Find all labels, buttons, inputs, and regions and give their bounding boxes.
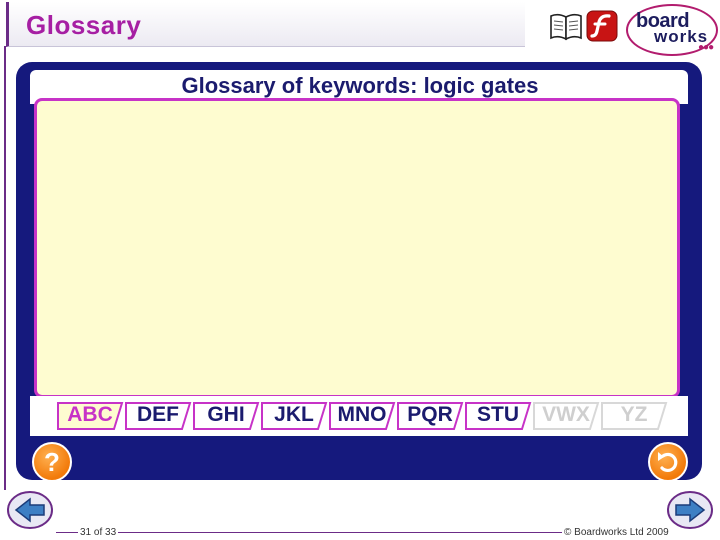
tab-label: DEF xyxy=(137,403,179,426)
tab-ghi[interactable]: GHI xyxy=(192,401,260,431)
tab-label: YZ xyxy=(620,403,648,426)
tab-label: ABC xyxy=(67,403,113,426)
flash-icon[interactable] xyxy=(585,9,619,43)
panel-heading: Glossary of keywords: logic gates xyxy=(181,73,539,98)
left-border-rule xyxy=(4,46,6,490)
tab-def[interactable]: DEF xyxy=(124,401,192,431)
tab-label: STU xyxy=(477,403,519,426)
tab-vwx: VWX xyxy=(532,401,600,431)
back-button[interactable] xyxy=(648,442,688,482)
tab-yz: YZ xyxy=(600,401,668,431)
help-button[interactable]: ? xyxy=(32,442,72,482)
tab-label: JKL xyxy=(274,403,314,426)
tab-mno[interactable]: MNO xyxy=(328,401,396,431)
previous-slide-button[interactable] xyxy=(6,490,54,530)
book-icon[interactable] xyxy=(548,8,584,44)
arrow-left-icon xyxy=(7,491,53,529)
glossary-content-area xyxy=(34,98,680,398)
tab-stu[interactable]: STU xyxy=(464,401,532,431)
tab-pqr[interactable]: PQR xyxy=(396,401,464,431)
next-slide-button[interactable] xyxy=(666,490,714,530)
header: Glossary board works ●●● xyxy=(0,0,720,60)
tab-label: MNO xyxy=(337,403,387,426)
slide-counter: 31 of 33 xyxy=(78,527,119,538)
arrow-right-icon xyxy=(667,491,713,529)
tab-jkl[interactable]: JKL xyxy=(260,401,328,431)
tab-label: PQR xyxy=(407,403,453,426)
tab-label: VWX xyxy=(542,403,590,426)
logo-dots: ●●● xyxy=(698,42,714,53)
tab-label: GHI xyxy=(207,403,245,426)
tab-abc[interactable]: ABC xyxy=(56,401,124,431)
page-title: Glossary xyxy=(26,10,142,40)
return-arrow-icon xyxy=(658,452,678,473)
boardworks-logo: board works ●●● xyxy=(626,4,718,56)
copyright-text: © Boardworks Ltd 2009 xyxy=(562,527,671,538)
